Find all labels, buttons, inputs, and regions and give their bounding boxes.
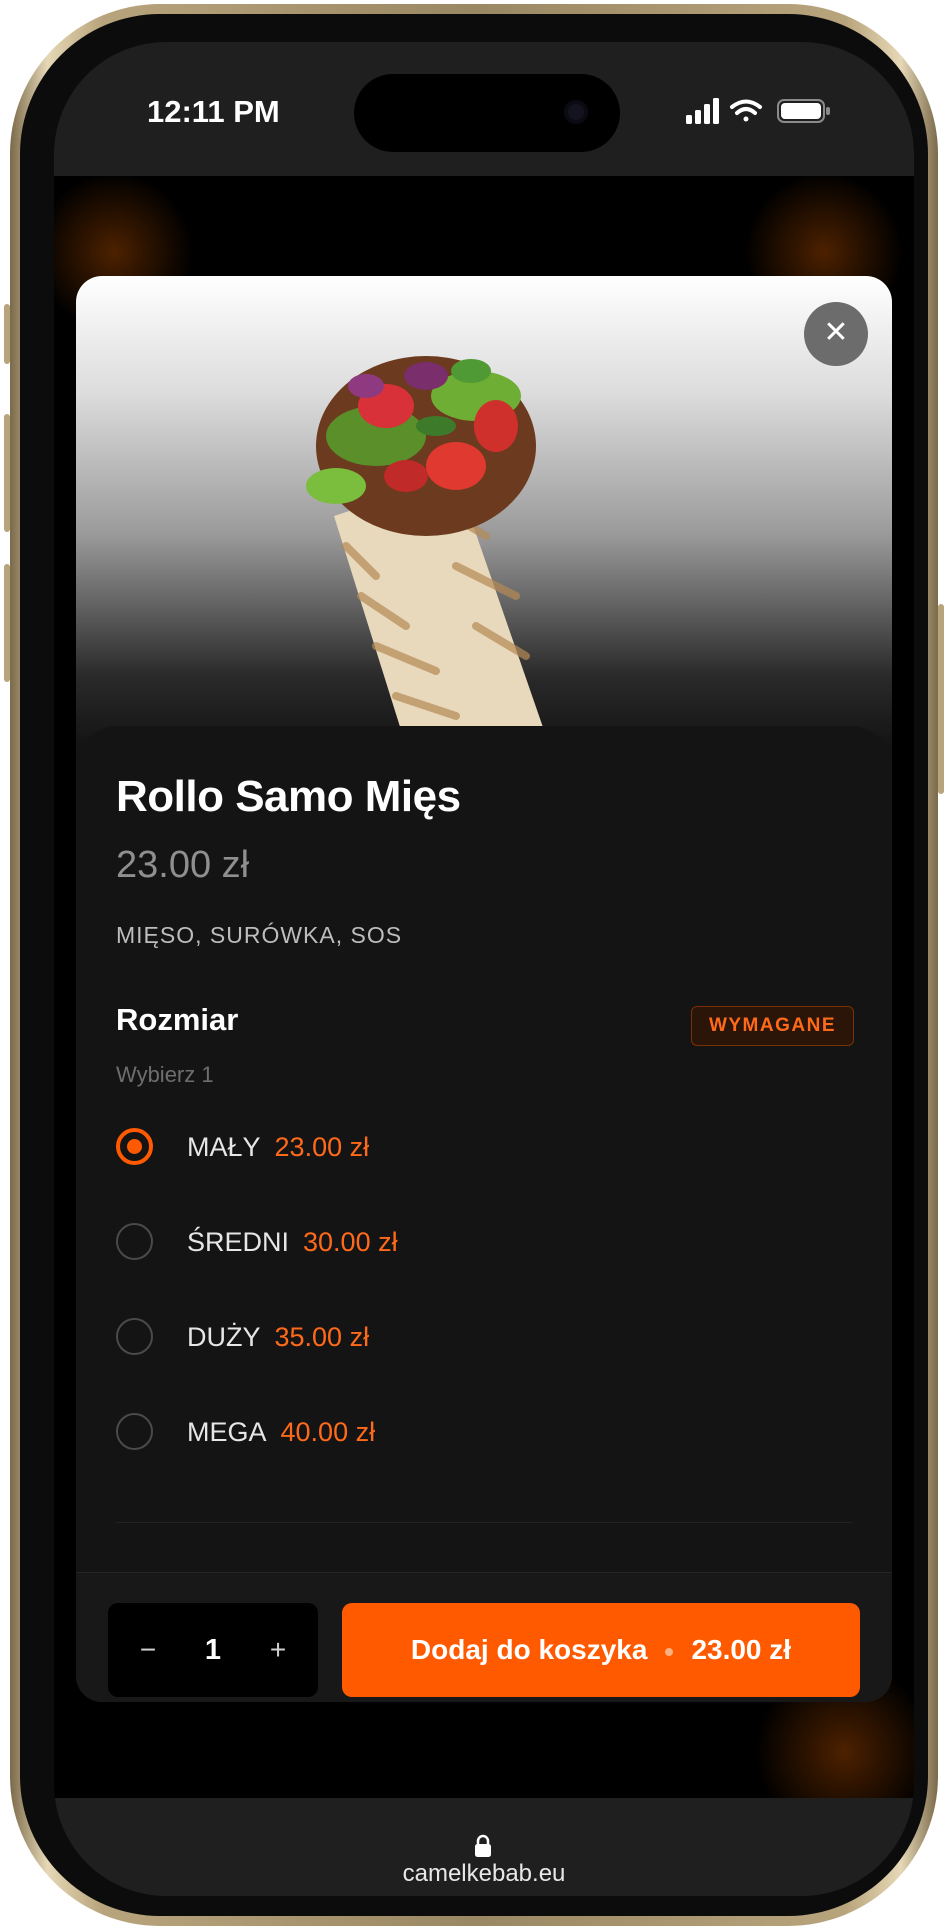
status-icons (686, 98, 830, 124)
close-icon: ✕ (823, 316, 849, 349)
divider (116, 1522, 852, 1523)
required-badge: WYMAGANE (690, 1006, 854, 1046)
radio-unselected[interactable] (116, 1223, 153, 1260)
add-to-cart-label: Dodaj do koszyka (410, 1634, 648, 1665)
wifi-icon (730, 99, 762, 122)
product-details: Rollo Samo Mięs 23.00 zł MIĘSO, SURÓWKA,… (76, 726, 892, 1702)
product-image: ✕ (76, 276, 892, 746)
lock-icon (475, 1834, 491, 1857)
size-option-mega[interactable]: MEGA 40.00 zł (116, 1403, 816, 1463)
side-button-power (938, 604, 944, 794)
add-to-cart-button[interactable]: Dodaj do koszyka 23.00 zł (342, 1603, 860, 1697)
close-button[interactable]: ✕ (804, 302, 868, 366)
camera-icon (564, 100, 588, 124)
size-option-name: ŚREDNI (187, 1227, 290, 1257)
product-price: 23.00 zł (116, 844, 250, 886)
cart-footer: − 1 + Dodaj do koszyka 23.00 zł (76, 1572, 892, 1702)
signal-icon (686, 98, 719, 124)
side-button-volume-up (4, 414, 10, 532)
quantity-stepper: − 1 + (108, 1603, 318, 1697)
size-option-price: 35.00 zł (274, 1322, 370, 1352)
radio-unselected[interactable] (116, 1318, 153, 1355)
browser-url: camelkebab.eu (402, 1860, 566, 1887)
size-section-subtitle: Wybierz 1 (116, 1062, 214, 1087)
radio-unselected[interactable] (116, 1413, 153, 1450)
size-option-name: MEGA (187, 1417, 267, 1447)
product-name: Rollo Samo Mięs (116, 772, 461, 821)
kebab-wrap-illustration (306, 356, 546, 746)
size-option-price: 23.00 zł (274, 1132, 370, 1162)
decrease-quantity-button[interactable]: − (118, 1603, 178, 1697)
status-time: 12:11 PM (147, 94, 280, 129)
increase-quantity-button[interactable]: + (248, 1603, 308, 1697)
size-option-maly[interactable]: MAŁY 23.00 zł (116, 1118, 816, 1178)
product-modal: ✕ Rollo Samo Mięs 23.00 zł MIĘSO, SURÓWK… (76, 276, 892, 1702)
size-option-name: DUŻY (187, 1322, 261, 1352)
battery-icon (777, 99, 830, 123)
size-option-label: MAŁY 23.00 zł (187, 1132, 369, 1163)
separator-dot (665, 1647, 674, 1656)
size-option-price: 40.00 zł (280, 1417, 376, 1447)
dynamic-island (354, 74, 620, 152)
size-option-label: MEGA 40.00 zł (187, 1417, 375, 1448)
quantity-value: 1 (204, 1634, 222, 1666)
size-option-name: MAŁY (187, 1132, 261, 1162)
size-option-sredni[interactable]: ŚREDNI 30.00 zł (116, 1213, 816, 1273)
size-option-label: DUŻY 35.00 zł (187, 1322, 369, 1353)
screen: 12:11 PM ✕ Rollo Samo Mięs 23.00 zł MIĘS… (54, 42, 914, 1896)
side-button-action (4, 304, 10, 364)
status-bar: 12:11 PM (54, 42, 914, 176)
radio-selected[interactable] (116, 1128, 153, 1165)
product-ingredients: MIĘSO, SURÓWKA, SOS (116, 922, 403, 948)
add-to-cart-price: 23.00 zł (691, 1634, 792, 1665)
side-button-volume-down (4, 564, 10, 682)
size-option-duzy[interactable]: DUŻY 35.00 zł (116, 1308, 816, 1368)
size-option-label: ŚREDNI 30.00 zł (187, 1227, 398, 1258)
phone-frame: 12:11 PM ✕ Rollo Samo Mięs 23.00 zł MIĘS… (4, 4, 944, 1926)
size-section-title: Rozmiar (116, 1002, 239, 1037)
browser-address-bar[interactable]: camelkebab.eu (54, 1798, 914, 1896)
size-option-price: 30.00 zł (303, 1227, 398, 1257)
